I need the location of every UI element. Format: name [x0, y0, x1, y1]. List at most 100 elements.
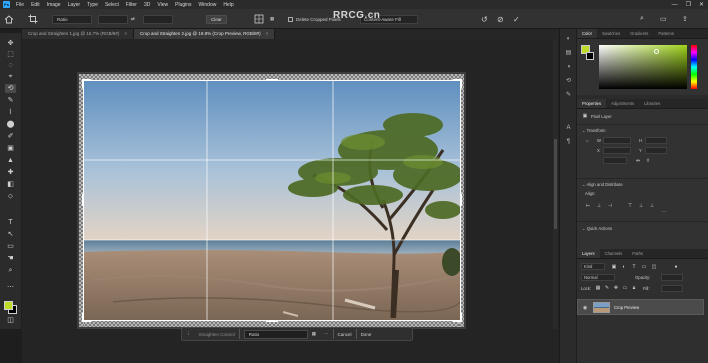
menu-plugins[interactable]: Plugins	[175, 2, 191, 8]
align-section-label[interactable]: ⌄ Align and Distribute	[582, 182, 623, 187]
clear-button[interactable]: Clear	[206, 14, 227, 24]
menu-help[interactable]: Help	[223, 2, 233, 8]
paragraph-icon[interactable]: ¶	[564, 138, 573, 146]
close-window-icon[interactable]: ✕	[699, 1, 704, 8]
menu-3d[interactable]: 3D	[144, 2, 150, 8]
filter-shape-icon[interactable]: ▭	[641, 264, 647, 270]
path-select-tool-icon[interactable]: ↖	[5, 230, 16, 239]
learn-icon[interactable]: ◐	[564, 35, 573, 43]
x-input[interactable]	[603, 147, 631, 154]
color-picker-cursor[interactable]	[654, 49, 659, 54]
crop-tool-active-icon[interactable]: ⟲	[5, 84, 16, 93]
filter-toggle-icon[interactable]: ●	[673, 264, 679, 270]
history-brush-tool-icon[interactable]: ▲	[5, 156, 16, 165]
crop-ratio-select[interactable]: Ratio	[243, 329, 308, 339]
brush-tool-icon[interactable]: ✐	[5, 132, 16, 141]
filter-adjustment-icon[interactable]: ◐	[621, 264, 627, 270]
width-input[interactable]	[603, 137, 631, 144]
maximize-icon[interactable]: ❐	[686, 1, 691, 8]
foreground-color-swatch[interactable]	[4, 301, 13, 310]
document-tab-2[interactable]: Crop and Straighten 2.jpg @ 19.8% (Crop …	[134, 29, 276, 39]
menu-type[interactable]: Type	[87, 2, 98, 8]
tab-channels[interactable]: Channels	[600, 249, 628, 258]
canvas-area[interactable]	[22, 39, 559, 363]
delete-pixels-checkbox[interactable]	[288, 16, 293, 22]
stamp-tool-icon[interactable]: ▣	[5, 144, 16, 153]
align-middle-v-icon[interactable]: ⊥	[638, 203, 644, 209]
color-bg-swatch[interactable]	[586, 52, 594, 60]
more-align-icon[interactable]: ⋯	[661, 209, 667, 215]
type-tool-icon[interactable]: T	[5, 218, 16, 227]
filter-pixel-icon[interactable]: ▣	[611, 264, 617, 270]
straighten-control-label[interactable]: Straighten Control	[195, 332, 239, 337]
zoom-tool-icon[interactable]: ⌕	[5, 266, 16, 275]
crop-tool-icon[interactable]	[28, 14, 38, 24]
marquee-tool-icon[interactable]: ⬚	[5, 50, 16, 59]
character-icon[interactable]: A	[564, 124, 573, 132]
libraries-icon[interactable]: ▤	[564, 49, 573, 57]
shape-tool-icon[interactable]: ▭	[5, 242, 16, 251]
opacity-input[interactable]	[661, 274, 683, 281]
align-center-h-icon[interactable]: ⊥	[596, 203, 602, 209]
crop-handle-top[interactable]	[266, 79, 278, 81]
canvas-scrollbar[interactable]	[553, 39, 558, 329]
height-input[interactable]	[645, 137, 667, 144]
workspace-icon[interactable]: ▭	[660, 14, 667, 24]
eraser-tool-icon[interactable]: ✚	[5, 168, 16, 177]
crop-handle-top-left-v[interactable]	[82, 79, 84, 88]
lock-all-icon[interactable]: 🔒︎	[631, 285, 637, 291]
filter-type-icon[interactable]: T	[631, 264, 637, 270]
ratio-select[interactable]: Ratio	[52, 14, 92, 24]
eyedropper-tool-icon[interactable]: ⌇	[5, 108, 16, 117]
flip-vertical-icon[interactable]: ⇳	[645, 158, 651, 164]
transform-section-label[interactable]: ⌄ Transform	[582, 128, 606, 133]
commit-crop-icon[interactable]: ✓	[513, 14, 520, 24]
crop-handle-bottom[interactable]	[266, 320, 278, 322]
width-field[interactable]	[98, 14, 128, 24]
more-tools-icon[interactable]: ⋯	[5, 283, 16, 292]
lock-paint-icon[interactable]: ✎	[604, 285, 610, 291]
color-picker-field[interactable]	[599, 45, 687, 89]
quick-actions-section-label[interactable]: ⌄ Quick Actions	[582, 226, 612, 231]
menu-file[interactable]: File	[16, 2, 24, 8]
hue-slider[interactable]	[691, 45, 697, 89]
flip-horizontal-icon[interactable]: ⇹	[635, 158, 641, 164]
reset-icon[interactable]: ↺	[481, 14, 488, 24]
adjustments-icon[interactable]: ◑	[564, 63, 573, 71]
tab-libraries[interactable]: Libraries	[639, 99, 665, 108]
document-tab-1[interactable]: Crop and Straighten 1.jpg @ 16.7% (RGB/8…	[22, 29, 135, 39]
more-options-icon[interactable]: ⋯	[320, 331, 333, 337]
menu-edit[interactable]: Edit	[31, 2, 40, 8]
crop-overlay-icon[interactable]: ▦	[308, 331, 320, 337]
minimize-icon[interactable]: —	[672, 2, 678, 8]
healing-tool-icon[interactable]: ⬤	[5, 120, 16, 129]
layer-row[interactable]: ◉ Crop Preview	[577, 299, 704, 315]
straighten-icon[interactable]	[254, 14, 264, 24]
photoshop-logo[interactable]: Ps	[3, 1, 10, 8]
menu-view[interactable]: View	[157, 2, 168, 8]
menu-filter[interactable]: Filter	[126, 2, 137, 8]
home-icon[interactable]	[4, 14, 14, 24]
filter-smart-icon[interactable]: ◫	[651, 264, 657, 270]
document-canvas[interactable]	[77, 72, 466, 329]
menu-layer[interactable]: Layer	[68, 2, 81, 8]
tab-layers[interactable]: Layers	[577, 249, 600, 258]
lasso-tool-icon[interactable]: ◌	[5, 61, 16, 70]
close-tab-icon[interactable]: ×	[266, 31, 269, 36]
gradient-tool-icon[interactable]: ◧	[5, 180, 16, 189]
quick-select-tool-icon[interactable]: ⌖	[5, 72, 16, 81]
fill-input[interactable]	[661, 285, 683, 292]
align-right-icon[interactable]: ⊣	[607, 203, 613, 209]
crop-handle-bottom-left-v[interactable]	[82, 313, 84, 322]
frame-tool-icon[interactable]: ✎	[5, 96, 16, 105]
tab-properties[interactable]: Properties	[577, 99, 607, 108]
close-tab-icon[interactable]: ×	[124, 31, 127, 36]
crop-handle-bottom-right-v[interactable]	[460, 313, 462, 322]
search-icon[interactable]: ⌕	[640, 14, 644, 24]
overlay-icon[interactable]: ▦	[270, 14, 274, 24]
hand-tool-icon[interactable]: ☚	[5, 254, 16, 263]
angle-input[interactable]	[603, 157, 627, 164]
menu-window[interactable]: Window	[199, 2, 217, 8]
menu-image[interactable]: Image	[47, 2, 61, 8]
cancel-crop-icon[interactable]: ⊘	[497, 14, 504, 24]
